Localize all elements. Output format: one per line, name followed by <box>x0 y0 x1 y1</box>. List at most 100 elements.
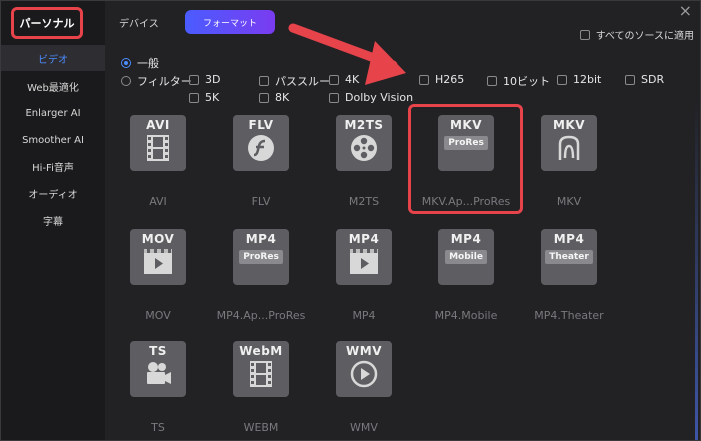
chip-dolby-vision[interactable]: Dolby Vision <box>329 91 413 104</box>
chip-label: 3D <box>205 73 221 86</box>
matroska-icon <box>554 134 584 162</box>
chip-3d[interactable]: 3D <box>189 73 220 86</box>
sidebar-item-label: Smoother AI <box>22 134 84 146</box>
format-card-mov[interactable]: MOV MOV <box>123 229 193 322</box>
sidebar-item-smoother-ai[interactable]: Smoother AI <box>1 127 105 153</box>
chip-checkbox[interactable] <box>419 74 429 85</box>
prores-badge: ProRes <box>239 250 283 264</box>
sidebar-personal-tab[interactable]: パーソナル <box>11 7 83 39</box>
chip-checkbox[interactable] <box>189 74 199 85</box>
apply-all-label: すべてのソースに適用 <box>595 31 694 42</box>
chip-4k[interactable]: 4K <box>329 73 359 86</box>
general-option[interactable]: 一般 <box>121 55 159 71</box>
sidebar-item-label: ビデオ <box>38 54 68 66</box>
format-tile: WMV <box>336 341 392 397</box>
chip-passthrough[interactable]: パススルー <box>259 73 330 89</box>
format-tile: MKV <box>541 115 597 171</box>
sidebar-personal-label: パーソナル <box>19 17 75 30</box>
format-tile-label: MP4 <box>553 232 585 246</box>
sidebar-item-label: オーディオ <box>28 189 78 201</box>
format-tile: MP4 ProRes <box>233 229 289 285</box>
format-card-name: TS <box>151 421 165 434</box>
format-tile-label: MOV <box>141 232 175 246</box>
sidebar-item-enlarger-ai[interactable]: Enlarger AI <box>1 100 105 126</box>
clapper-play-icon <box>143 248 173 276</box>
sidebar-item-audio[interactable]: オーディオ <box>1 180 105 206</box>
format-card-name: MKV <box>556 195 582 208</box>
chip-label: Dolby Vision <box>345 91 414 104</box>
format-card-ts[interactable]: TS TS <box>123 341 193 434</box>
format-tile: M2TS <box>336 115 392 171</box>
general-radio[interactable] <box>121 58 131 68</box>
chip-12bit[interactable]: 12bit <box>557 73 601 86</box>
format-tile: AVI <box>130 115 186 171</box>
filter-option[interactable]: フィルター <box>121 73 192 89</box>
format-card-name: MP4.Theater <box>534 309 604 322</box>
sidebar-item-video[interactable]: ビデオ <box>1 45 105 71</box>
chip-label: H265 <box>435 73 465 86</box>
filter-label: フィルター <box>137 75 192 88</box>
format-tile-label: MKV <box>552 118 586 132</box>
format-card-avi[interactable]: AVI AVI <box>123 115 193 208</box>
format-card-mp4[interactable]: MP4 MP4 <box>329 229 399 322</box>
chip-sdr[interactable]: SDR <box>625 73 664 86</box>
film-icon <box>143 134 173 162</box>
theater-badge: Theater <box>545 250 593 264</box>
sidebar-item-subtitle[interactable]: 字幕 <box>1 207 105 233</box>
format-card-name: WEBM <box>243 421 279 434</box>
format-tile-label: WebM <box>239 344 283 358</box>
chip-checkbox[interactable] <box>557 74 567 85</box>
mobile-badge: Mobile <box>445 250 487 264</box>
clapper-play-icon <box>349 248 379 276</box>
chip-5k[interactable]: 5K <box>189 91 219 104</box>
format-tile: FLV <box>233 115 289 171</box>
format-tile: MP4 Mobile <box>438 229 494 285</box>
apply-all-checkbox[interactable] <box>579 29 590 40</box>
film-icon <box>246 360 276 388</box>
scrollbar[interactable] <box>695 101 698 440</box>
format-tile-label: M2TS <box>344 118 384 132</box>
apply-all-toggle[interactable]: すべてのソースに適用 <box>579 27 694 42</box>
filter-radio[interactable] <box>121 76 131 86</box>
format-dialog: パーソナル ビデオ Web最適化 Enlarger AI Smoother AI… <box>0 0 701 441</box>
format-tile: WebM <box>233 341 289 397</box>
format-tile-label: MP4 <box>348 232 380 246</box>
chip-h265[interactable]: H265 <box>419 73 464 86</box>
chip-10bit[interactable]: 10ビット <box>487 73 550 89</box>
format-card-mkv[interactable]: MKV MKV <box>534 115 604 208</box>
chip-label: 4K <box>345 73 360 86</box>
close-icon[interactable]: × <box>679 1 692 20</box>
tab-device[interactable]: デバイス <box>119 15 159 30</box>
format-card-mp4-theater[interactable]: MP4 Theater MP4.Theater <box>534 229 604 322</box>
format-card-name: MP4.Ap...ProRes <box>216 309 306 322</box>
selection-highlight <box>408 104 523 214</box>
format-tile: MP4 Theater <box>541 229 597 285</box>
format-tile: TS <box>130 341 186 397</box>
format-card-mp4-mobile[interactable]: MP4 Mobile MP4.Mobile <box>431 229 501 322</box>
chip-checkbox[interactable] <box>487 76 497 86</box>
chip-checkbox[interactable] <box>625 74 635 85</box>
format-card-wmv[interactable]: WMV WMV <box>329 341 399 434</box>
chip-checkbox[interactable] <box>329 74 339 85</box>
format-panel: デバイス フォーマット × すべてのソースに適用 一般 フィルター 3D パスス… <box>105 1 700 440</box>
chip-checkbox[interactable] <box>259 76 269 86</box>
format-card-flv[interactable]: FLV FLV <box>226 115 296 208</box>
chip-label: 12bit <box>573 73 602 86</box>
format-card-name: MOV <box>145 309 171 322</box>
sidebar-item-label: Web最適化 <box>27 82 79 94</box>
tab-format[interactable]: フォーマット <box>185 10 275 34</box>
format-card-name: FLV <box>251 195 271 208</box>
chip-8k[interactable]: 8K <box>259 91 289 104</box>
chip-checkbox[interactable] <box>189 92 199 103</box>
format-card-webm[interactable]: WebM WEBM <box>226 341 296 434</box>
chip-checkbox[interactable] <box>329 92 339 103</box>
chip-label: 8K <box>275 91 290 104</box>
chip-label: SDR <box>641 73 665 86</box>
sidebar-item-hifi-audio[interactable]: Hi-Fi音声 <box>1 153 105 179</box>
format-card-m2ts[interactable]: M2TS M2TS <box>329 115 399 208</box>
format-card-name: MP4.Mobile <box>434 309 498 322</box>
format-card-name: WMV <box>350 421 378 434</box>
chip-checkbox[interactable] <box>259 92 269 103</box>
format-card-mp4-prores[interactable]: MP4 ProRes MP4.Ap...ProRes <box>217 229 305 322</box>
sidebar-item-web-optimize[interactable]: Web最適化 <box>1 73 105 99</box>
